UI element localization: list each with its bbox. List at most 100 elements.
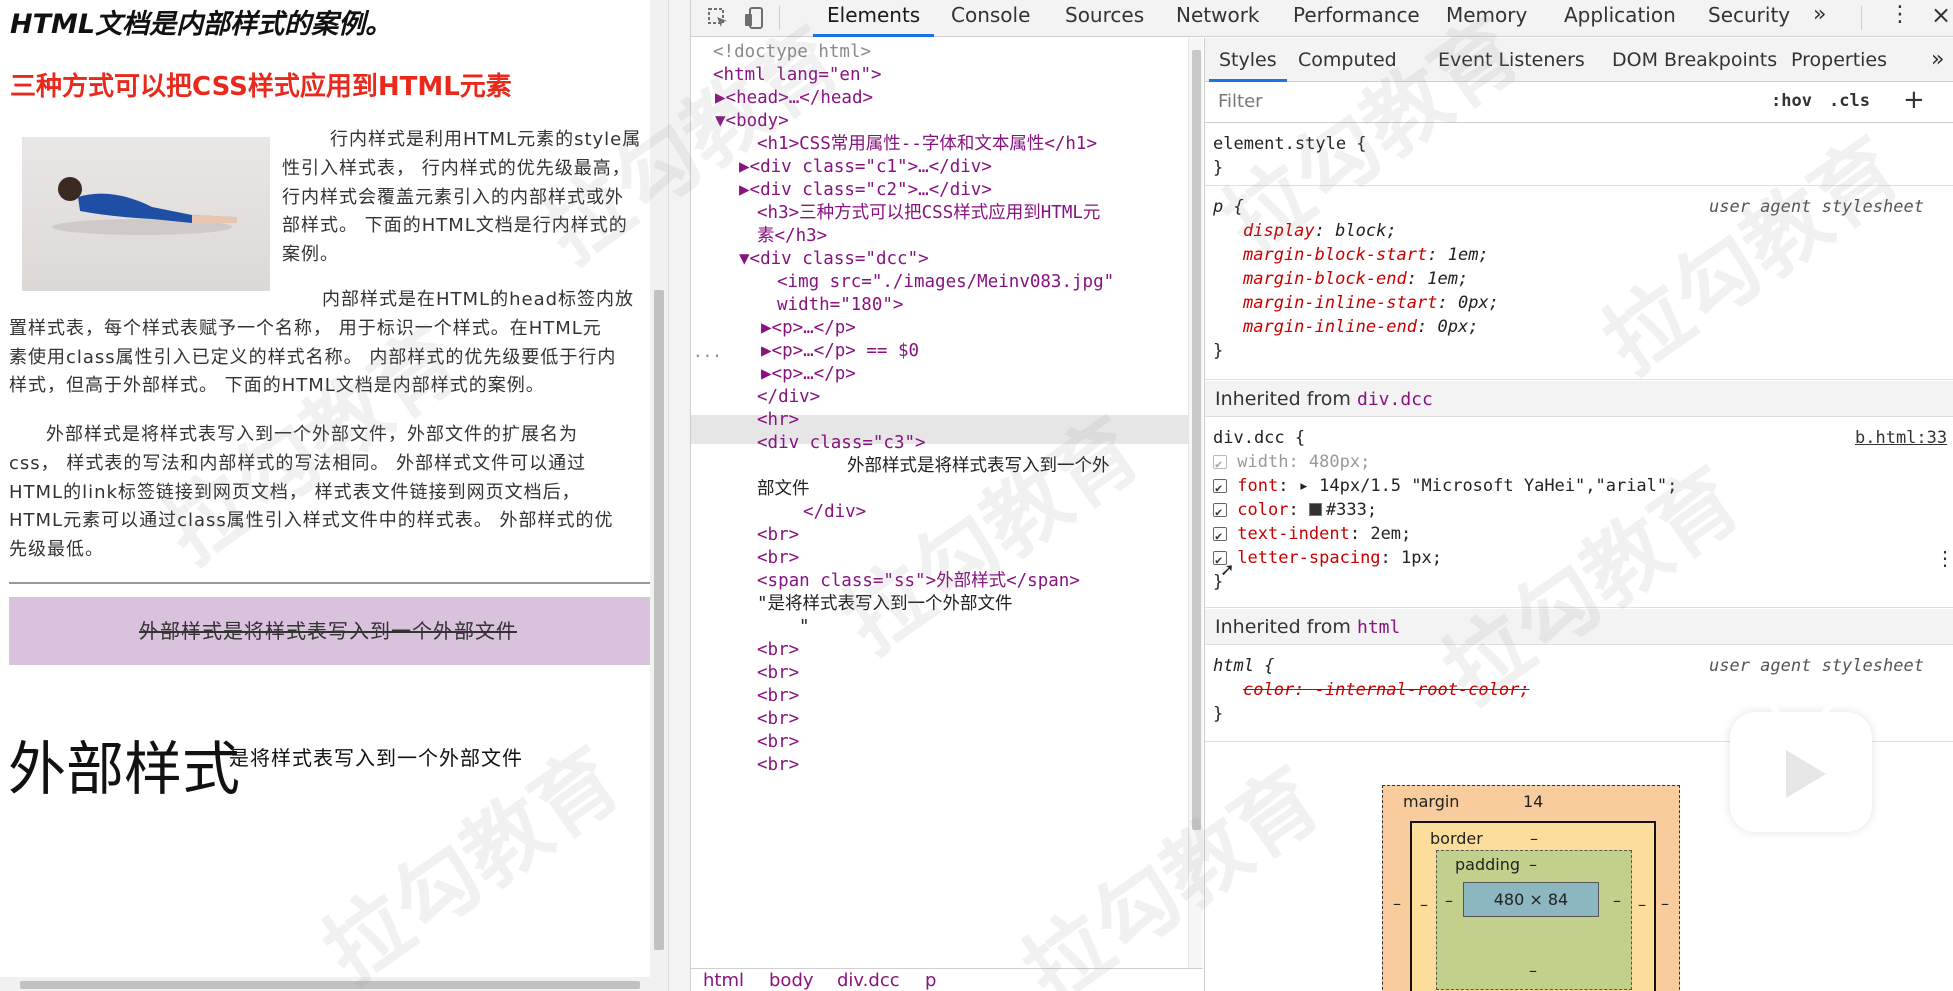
margin-left-value[interactable]: – — [1393, 894, 1401, 913]
figure-illustration — [52, 177, 237, 235]
box-model-border[interactable]: border – – – – padding – – – – 480 × 84 — [1410, 821, 1656, 991]
border-right-value[interactable]: – — [1638, 895, 1646, 914]
sidebar-tabs: Styles Computed Event Listeners DOM Brea… — [1205, 38, 1953, 82]
more-tabs-button[interactable]: » — [1813, 0, 1826, 37]
prop-name: display — [1243, 221, 1315, 241]
crumb-p[interactable]: p — [925, 969, 936, 991]
rule-source-link[interactable]: b.html:33 — [1855, 426, 1947, 450]
rule-selector[interactable]: div.dcc { — [1213, 426, 1305, 450]
p3-line: HTML元素可以通过class属性引入样式文件中的样式表。 外部样式的优 — [9, 510, 614, 532]
device-toolbar-icon[interactable] — [741, 6, 767, 30]
paragraph-2-body: 置样式表，每个样式表赋予一个名称， 用于标识一个样式。在HTML元 素使用cla… — [9, 315, 664, 401]
box-model-padding[interactable]: padding – – – – 480 × 84 — [1436, 850, 1632, 990]
styles-pane: Styles Computed Event Listeners DOM Brea… — [1204, 38, 1953, 991]
box-model-margin[interactable]: margin 14 – – border – – – – padding – –… — [1382, 785, 1680, 991]
tree-text-node[interactable]: "是将样式表写入到一个外部文件 — [757, 590, 1013, 619]
tab-styles[interactable]: Styles — [1209, 38, 1287, 82]
color-swatch[interactable] — [1308, 503, 1322, 516]
rule-close-brace: } — [1213, 158, 1224, 178]
tab-security[interactable]: Security — [1708, 0, 1790, 37]
property-checkbox[interactable] — [1213, 524, 1227, 548]
border-label: border — [1430, 829, 1483, 848]
rule-selector[interactable]: element.style { — [1213, 132, 1367, 156]
p3-line: css， 样式表的写法和内部样式的写法相同。 外部样式文件可以通过 — [9, 453, 587, 474]
border-top-value[interactable]: – — [1530, 829, 1538, 848]
tab-memory[interactable]: Memory — [1446, 0, 1527, 37]
new-rule-button[interactable]: + — [1903, 85, 1925, 115]
prop-name: color — [1237, 500, 1289, 520]
cls-toggle[interactable]: .cls — [1829, 91, 1870, 111]
crumb-html[interactable]: html — [703, 969, 744, 991]
inherited-label: Inherited from — [1215, 616, 1351, 638]
close-devtools-button[interactable]: × — [1931, 0, 1951, 37]
box-model-content[interactable]: 480 × 84 — [1463, 882, 1599, 917]
paragraph-2-first: 内部样式是在HTML的head标签内放 — [322, 286, 662, 315]
prop-value: 1px; — [1401, 548, 1442, 568]
tab-computed[interactable]: Computed — [1298, 38, 1397, 82]
paragraph-3-body: css， 样式表的写法和内部样式的写法相同。 外部样式文件可以通过 HTML的l… — [9, 450, 664, 565]
tree-text-node[interactable]: " — [799, 613, 810, 642]
more-sidebar-tabs[interactable]: » — [1931, 38, 1944, 82]
devtools-toolbar: Elements Console Sources Network Perform… — [691, 0, 1953, 37]
prop-value: 1em; — [1427, 269, 1469, 289]
filter-input[interactable]: Filter — [1218, 91, 1263, 112]
rule-options-icon[interactable]: ⋮ — [1935, 546, 1953, 570]
margin-label: margin — [1403, 792, 1460, 811]
inherited-from-dcc: Inherited from div.dcc — [1205, 381, 1953, 417]
tab-performance[interactable]: Performance — [1293, 0, 1420, 37]
scroll-thumb[interactable] — [1192, 50, 1201, 830]
property-checkbox[interactable] — [1213, 476, 1227, 500]
video-play-icon[interactable] — [1730, 694, 1872, 832]
margin-right-value[interactable]: – — [1661, 894, 1669, 913]
page-vertical-scrollbar[interactable] — [650, 0, 668, 991]
prop-name: text-indent — [1237, 524, 1350, 544]
margin-top-value[interactable]: 14 — [1523, 792, 1543, 811]
p3-line: 先级最低。 — [9, 539, 104, 561]
devtools-splitter[interactable] — [668, 0, 690, 991]
tab-dom-breakpoints[interactable]: DOM Breakpoints — [1612, 38, 1777, 82]
css-declaration: margin-inline-start: 0px; — [1243, 293, 1499, 313]
tree-text-node[interactable]: 外部样式是将样式表写入到一个外 — [847, 452, 1110, 481]
node-actions-dots[interactable]: ... — [693, 337, 722, 366]
tab-network[interactable]: Network — [1176, 0, 1260, 37]
rule-selector: html { — [1213, 656, 1275, 676]
css-declaration: margin-block-end: 1em; — [1243, 269, 1469, 289]
crumb-body[interactable]: body — [769, 969, 814, 991]
padding-top-value[interactable]: – — [1529, 855, 1537, 874]
padding-left-value[interactable]: – — [1445, 891, 1453, 910]
rule-close-brace: } — [1213, 341, 1224, 361]
tab-console[interactable]: Console — [951, 0, 1030, 37]
property-checkbox[interactable] — [1213, 452, 1227, 476]
tab-sources[interactable]: Sources — [1065, 0, 1144, 37]
tree-text-node[interactable]: 部文件 — [757, 475, 810, 504]
page-horizontal-scrollbar[interactable] — [0, 977, 668, 991]
tree-node[interactable]: </div> — [803, 498, 866, 527]
padding-right-value[interactable]: – — [1613, 891, 1621, 910]
tab-elements[interactable]: Elements — [812, 0, 935, 37]
crumb-div-dcc[interactable]: div.dcc — [837, 969, 900, 991]
tab-properties[interactable]: Properties — [1791, 38, 1887, 82]
css-declaration: font: ▸ 14px/1.5 "Microsoft YaHei","aria… — [1213, 474, 1677, 500]
p1-line: 案例。 — [282, 244, 339, 266]
screen: HTML文档是内部样式的案例。 三种方式可以把CSS样式应用到HTML元素 行内… — [0, 0, 1953, 991]
css-declaration: letter-spacing: 1px; — [1213, 546, 1442, 572]
prop-name: margin-inline-start — [1243, 293, 1438, 313]
tab-event-listeners[interactable]: Event Listeners — [1438, 38, 1585, 82]
property-checkbox[interactable] — [1213, 500, 1227, 524]
styles-filter-bar: Filter :hov .cls + — [1205, 83, 1953, 123]
p3-line: 外部样式是将样式表写入到一个外部文件，外部文件的扩展名为 — [46, 424, 578, 445]
dcc-rule: div.dcc { b.html:33 width: 480px; font: … — [1205, 418, 1953, 608]
padding-bottom-value[interactable]: – — [1529, 961, 1537, 980]
inherited-selector-link[interactable]: html — [1357, 617, 1400, 638]
inspect-element-icon[interactable] — [705, 6, 731, 30]
hov-toggle[interactable]: :hov — [1771, 91, 1812, 111]
p-ua-rule: p { user agent stylesheet display: block… — [1205, 187, 1953, 380]
scroll-thumb[interactable] — [654, 290, 664, 950]
tree-node[interactable]: <br> — [757, 751, 799, 780]
tab-application[interactable]: Application — [1564, 0, 1676, 37]
border-left-value[interactable]: – — [1420, 895, 1428, 914]
inherited-selector-link[interactable]: div.dcc — [1357, 389, 1433, 410]
devtools-menu-button[interactable]: ⋮ — [1889, 0, 1911, 37]
scroll-thumb[interactable] — [20, 981, 640, 989]
elements-scrollbar[interactable] — [1188, 38, 1203, 968]
